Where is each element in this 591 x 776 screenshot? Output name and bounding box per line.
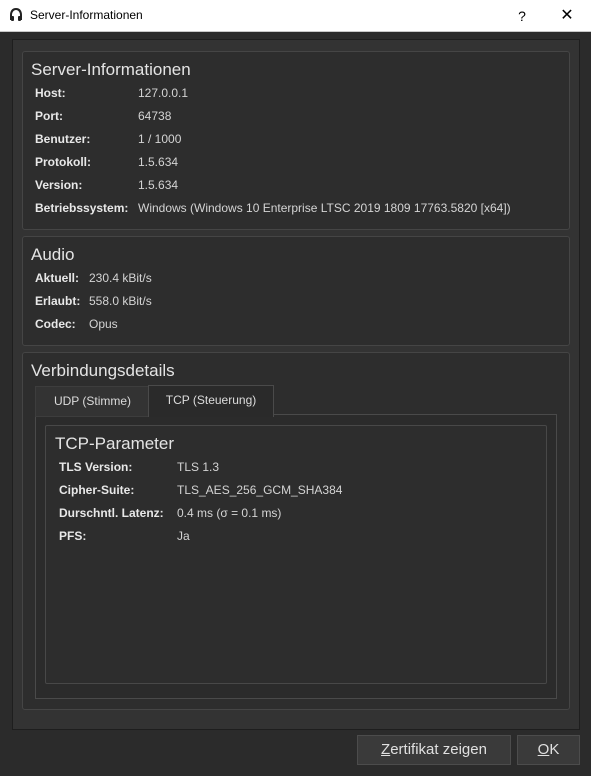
latency-label: Durschntl. Latenz: <box>59 506 164 520</box>
tls-version-value: TLS 1.3 <box>177 460 220 474</box>
allowed-bitrate-label: Erlaubt: <box>35 294 81 308</box>
close-button[interactable]: ✕ <box>553 4 581 28</box>
version-value: 1.5.634 <box>138 178 179 192</box>
current-bitrate-value: 230.4 kBit/s <box>89 271 152 285</box>
show-certificate-label: ertifikat zeigen <box>390 741 487 758</box>
os-label: Betriebssystem: <box>35 201 129 215</box>
server-info-title: Server-Informationen <box>31 60 191 79</box>
host-label: Host: <box>35 86 66 100</box>
protocol-value: 1.5.634 <box>138 155 179 169</box>
pfs-value: Ja <box>177 529 190 543</box>
title-bar: Server-Informationen ? ✕ <box>0 0 591 32</box>
help-button[interactable]: ? <box>508 4 536 28</box>
cipher-suite-label: Cipher-Suite: <box>59 483 135 497</box>
ok-button[interactable]: OK <box>517 735 580 765</box>
ok-mnemonic: O <box>537 741 550 758</box>
version-label: Version: <box>35 178 83 192</box>
window-title: Server-Informationen <box>30 8 143 22</box>
os-value: Windows (Windows 10 Enterprise LTSC 2019… <box>138 201 511 215</box>
tcp-parameters-title: TCP-Parameter <box>55 434 175 453</box>
host-value: 127.0.0.1 <box>138 86 189 100</box>
audio-title: Audio <box>31 245 75 264</box>
protocol-label: Protokoll: <box>35 155 91 169</box>
show-certificate-button[interactable]: Zertifikat zeigen <box>357 735 511 765</box>
connection-details-title: Verbindungsdetails <box>31 361 175 380</box>
pfs-label: PFS: <box>59 529 87 543</box>
show-certificate-mnemonic: Z <box>381 741 391 758</box>
tab-udp[interactable]: UDP (Stimme) <box>35 386 150 417</box>
tab-tcp[interactable]: TCP (Steuerung) <box>148 385 274 417</box>
current-bitrate-label: Aktuell: <box>35 271 80 285</box>
port-value: 64738 <box>138 109 172 123</box>
ok-label: K <box>549 741 560 758</box>
users-label: Benutzer: <box>35 132 91 146</box>
app-icon <box>10 8 22 21</box>
codec-label: Codec: <box>35 317 76 331</box>
users-value: 1 / 1000 <box>138 132 182 146</box>
allowed-bitrate-value: 558.0 kBit/s <box>89 294 152 308</box>
tls-version-label: TLS Version: <box>59 460 133 474</box>
codec-value: Opus <box>89 317 118 331</box>
port-label: Port: <box>35 109 63 123</box>
latency-value: 0.4 ms (σ = 0.1 ms) <box>177 506 282 520</box>
cipher-suite-value: TLS_AES_256_GCM_SHA384 <box>177 483 343 497</box>
